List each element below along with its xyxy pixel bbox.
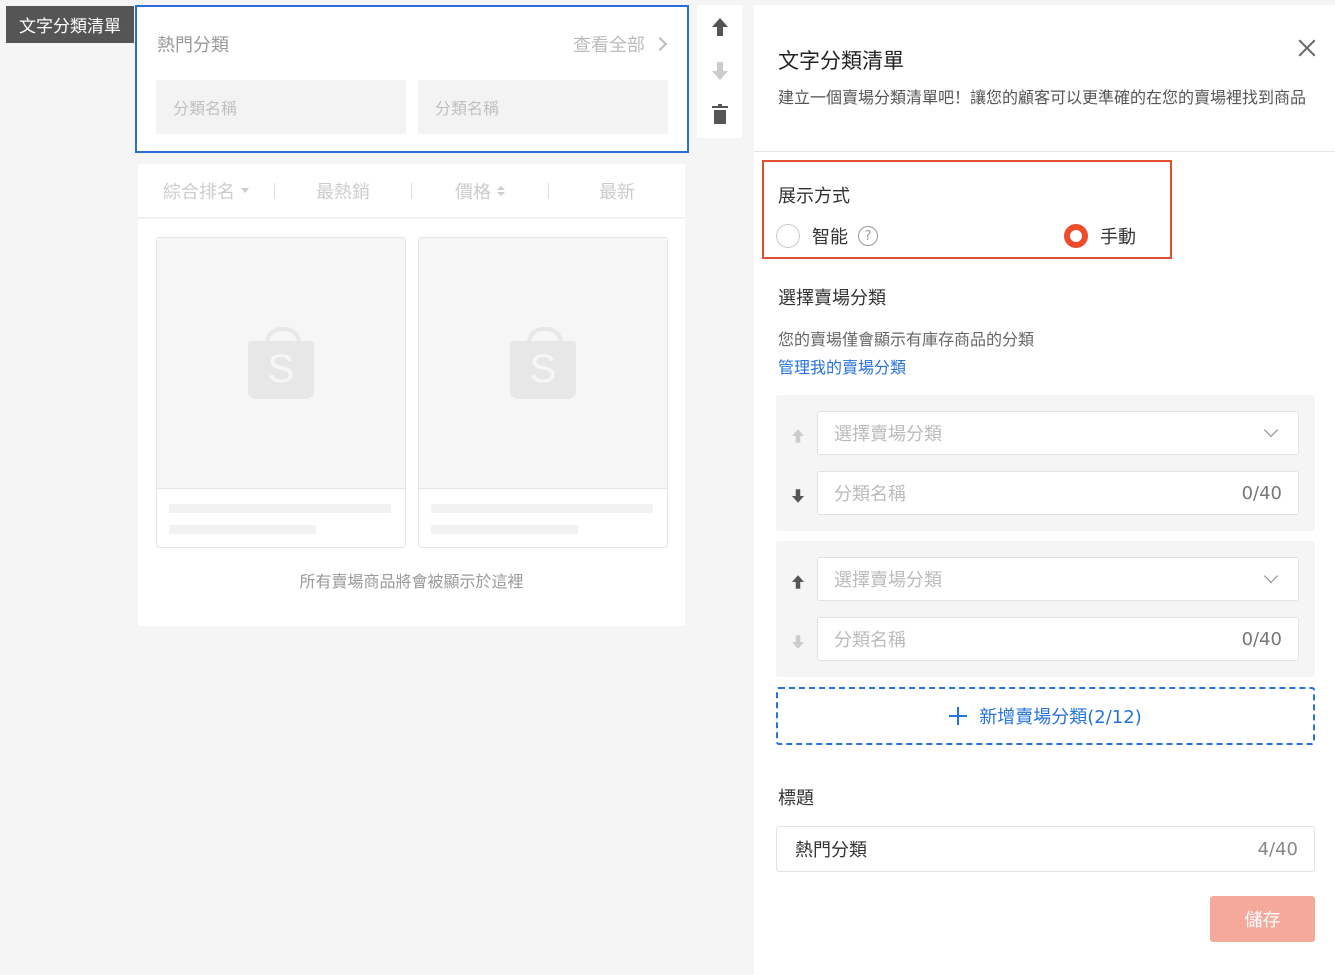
chevron-right-icon — [652, 36, 668, 52]
widget-tag: 文字分類清單 — [6, 6, 134, 43]
settings-panel: 文字分類清單 建立一個賣場分類清單吧！讓您的顧客可以更準確的在您的賣場裡找到商品… — [754, 5, 1335, 975]
category-select[interactable]: 選擇賣場分類 — [817, 411, 1299, 455]
delete-button[interactable] — [697, 93, 742, 137]
radio-off-icon — [776, 224, 800, 248]
move-up-button[interactable] — [697, 5, 742, 49]
char-counter: 4/40 — [1257, 838, 1298, 860]
radio-manual[interactable]: 手動 — [1064, 223, 1136, 249]
select-category-hint: 您的賣場僅會顯示有庫存商品的分類 — [778, 330, 1035, 349]
category-select-placeholder: 選擇賣場分類 — [834, 570, 942, 591]
category-name-input[interactable]: 分類名稱 0/40 — [817, 617, 1299, 661]
save-button[interactable]: 儲存 — [1210, 896, 1315, 942]
char-counter: 0/40 — [1241, 482, 1282, 504]
sort-relevance[interactable]: 綜合排名 — [138, 178, 274, 204]
view-all-link[interactable]: 查看全部 — [573, 31, 668, 57]
product-card-placeholder: S — [156, 237, 406, 548]
arrow-down-icon — [711, 62, 728, 80]
category-name-input[interactable]: 分類名稱 0/40 — [817, 471, 1299, 515]
sort-bar: 綜合排名 最熱銷 價格 最新 — [138, 164, 685, 218]
display-mode-section: 展示方式 智能 ? 手動 — [762, 160, 1172, 259]
move-down-icon[interactable] — [792, 489, 804, 503]
radio-smart-label: 智能 — [812, 227, 848, 248]
plus-icon — [949, 707, 968, 725]
display-mode-label: 展示方式 — [778, 186, 850, 207]
sort-price[interactable]: 價格 — [412, 178, 548, 204]
move-up-icon[interactable] — [792, 429, 804, 443]
trash-icon — [711, 104, 728, 124]
radio-smart[interactable]: 智能 ? — [776, 223, 878, 249]
select-category-label: 選擇賣場分類 — [778, 288, 886, 309]
view-all-label: 查看全部 — [573, 35, 645, 56]
title-value: 熱門分類 — [795, 840, 867, 861]
title-input[interactable]: 熱門分類 4/40 — [776, 826, 1315, 872]
category-name-placeholder: 分類名稱 — [834, 630, 906, 651]
shopee-bag-icon: S — [248, 327, 314, 399]
help-icon[interactable]: ? — [858, 226, 878, 246]
category-name-placeholder: 分類名稱 — [834, 484, 906, 505]
sort-top-sales-label: 最熱銷 — [316, 181, 370, 203]
close-icon[interactable] — [1298, 39, 1316, 57]
chevron-down-icon — [1263, 422, 1279, 438]
category-item: 選擇賣場分類 分類名稱 0/40 — [776, 541, 1315, 677]
category-select-placeholder: 選擇賣場分類 — [834, 424, 942, 445]
panel-description: 建立一個賣場分類清單吧！讓您的顧客可以更準確的在您的賣場裡找到商品 — [778, 88, 1307, 107]
sort-latest-label: 最新 — [599, 181, 635, 203]
char-counter: 0/40 — [1241, 628, 1282, 650]
sort-updown-icon — [497, 185, 505, 196]
shopee-bag-icon: S — [510, 327, 576, 399]
add-category-label: 新增賣場分類(2/12) — [979, 707, 1142, 728]
manage-categories-link[interactable]: 管理我的賣場分類 — [778, 354, 906, 378]
radio-on-icon — [1064, 224, 1088, 248]
divider — [754, 151, 1335, 152]
preview-header-title: 熱門分類 — [157, 35, 229, 56]
category-chip: 分類名稱 — [156, 80, 406, 134]
panel-title: 文字分類清單 — [778, 49, 904, 73]
component-toolbar — [697, 5, 742, 138]
all-products-note: 所有賣場商品將會被顯示於這裡 — [299, 572, 524, 591]
radio-manual-label: 手動 — [1100, 227, 1136, 248]
sort-price-label: 價格 — [455, 181, 491, 203]
sort-relevance-label: 綜合排名 — [163, 181, 235, 203]
sort-latest[interactable]: 最新 — [549, 178, 685, 204]
add-category-button[interactable]: 新增賣場分類(2/12) — [776, 687, 1315, 745]
arrow-up-icon — [711, 18, 728, 36]
products-area: S S 所有賣場商品將會被顯示於這裡 — [138, 219, 685, 626]
move-up-icon[interactable] — [792, 575, 804, 589]
sort-top-sales[interactable]: 最熱銷 — [275, 178, 411, 204]
chevron-down-icon — [1263, 568, 1279, 584]
move-down-icon[interactable] — [792, 635, 804, 649]
category-select[interactable]: 選擇賣場分類 — [817, 557, 1299, 601]
caret-down-icon — [241, 188, 249, 193]
product-card-placeholder: S — [418, 237, 668, 548]
category-chip: 分類名稱 — [418, 80, 668, 134]
title-label: 標題 — [778, 788, 814, 809]
category-header-card[interactable]: 熱門分類 查看全部 分類名稱 分類名稱 — [135, 5, 689, 153]
move-down-button[interactable] — [697, 49, 742, 93]
category-item: 選擇賣場分類 分類名稱 0/40 — [776, 395, 1315, 531]
